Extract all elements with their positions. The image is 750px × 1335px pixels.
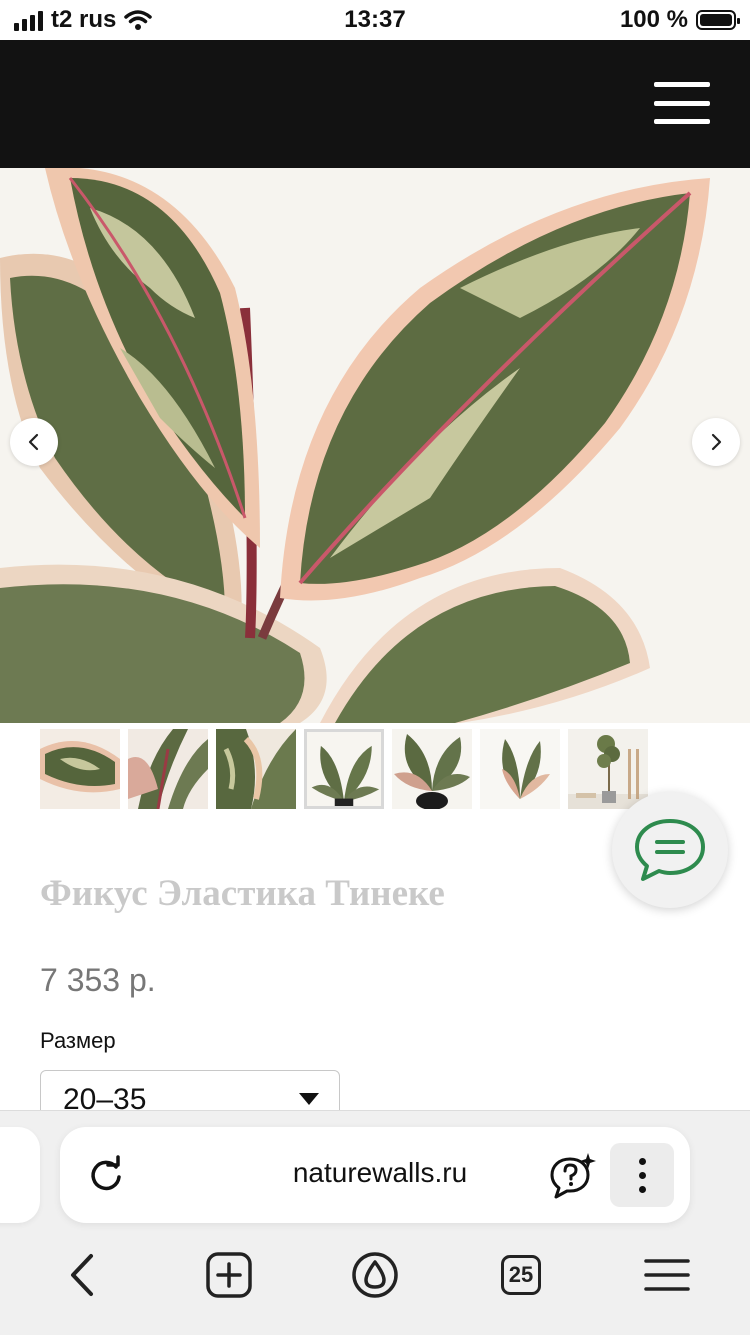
thumbnail-strip	[40, 729, 648, 809]
previous-tab-card[interactable]	[0, 1127, 40, 1223]
address-bar[interactable]: naturewalls.ru	[60, 1127, 690, 1223]
back-button[interactable]	[52, 1245, 112, 1305]
bottom-navigation: 25	[0, 1245, 750, 1315]
thumbnail[interactable]	[40, 729, 120, 809]
alice-icon	[352, 1252, 398, 1298]
carousel-next-button[interactable]	[692, 418, 740, 466]
battery-percent: 100 %	[619, 6, 688, 33]
thumbnail-active[interactable]	[304, 729, 384, 809]
thumbnail[interactable]	[128, 729, 208, 809]
carousel-prev-button[interactable]	[10, 418, 58, 466]
browser-menu-button[interactable]	[637, 1245, 697, 1305]
chat-bubble-icon	[635, 819, 705, 881]
battery-icon	[696, 10, 740, 30]
tabs-count-icon: 25	[501, 1255, 541, 1295]
thumbnail[interactable]	[568, 729, 648, 809]
plus-square-icon	[206, 1252, 252, 1298]
tabs-button[interactable]: 25	[491, 1245, 551, 1305]
new-tab-button[interactable]	[199, 1245, 259, 1305]
vertical-dots-icon	[638, 1157, 646, 1165]
alice-button[interactable]	[345, 1245, 405, 1305]
chat-button[interactable]	[612, 792, 728, 908]
thumbnail[interactable]	[216, 729, 296, 809]
hamburger-icon	[644, 1259, 690, 1291]
chevron-right-icon	[711, 433, 722, 451]
product-photo	[0, 168, 750, 723]
product-price: 7 353 р.	[40, 962, 156, 998]
dropdown-caret-icon	[299, 1093, 319, 1105]
back-arrow-icon	[71, 1254, 93, 1296]
size-label: Размер	[40, 1028, 116, 1053]
site-header	[0, 40, 750, 168]
product-title: Фикус Эластика Тинеке	[40, 873, 445, 914]
product-image-carousel[interactable]	[0, 168, 750, 723]
status-bar: t2 rus 13:37 100 %	[0, 0, 750, 40]
browser-toolbar: naturewalls.ru 25	[0, 1110, 750, 1335]
chevron-left-icon	[28, 433, 39, 451]
ai-question-icon[interactable]	[548, 1151, 598, 1201]
thumbnail[interactable]	[480, 729, 560, 809]
more-menu-button[interactable]	[610, 1143, 674, 1207]
thumbnail[interactable]	[392, 729, 472, 809]
hamburger-icon[interactable]	[654, 82, 710, 124]
